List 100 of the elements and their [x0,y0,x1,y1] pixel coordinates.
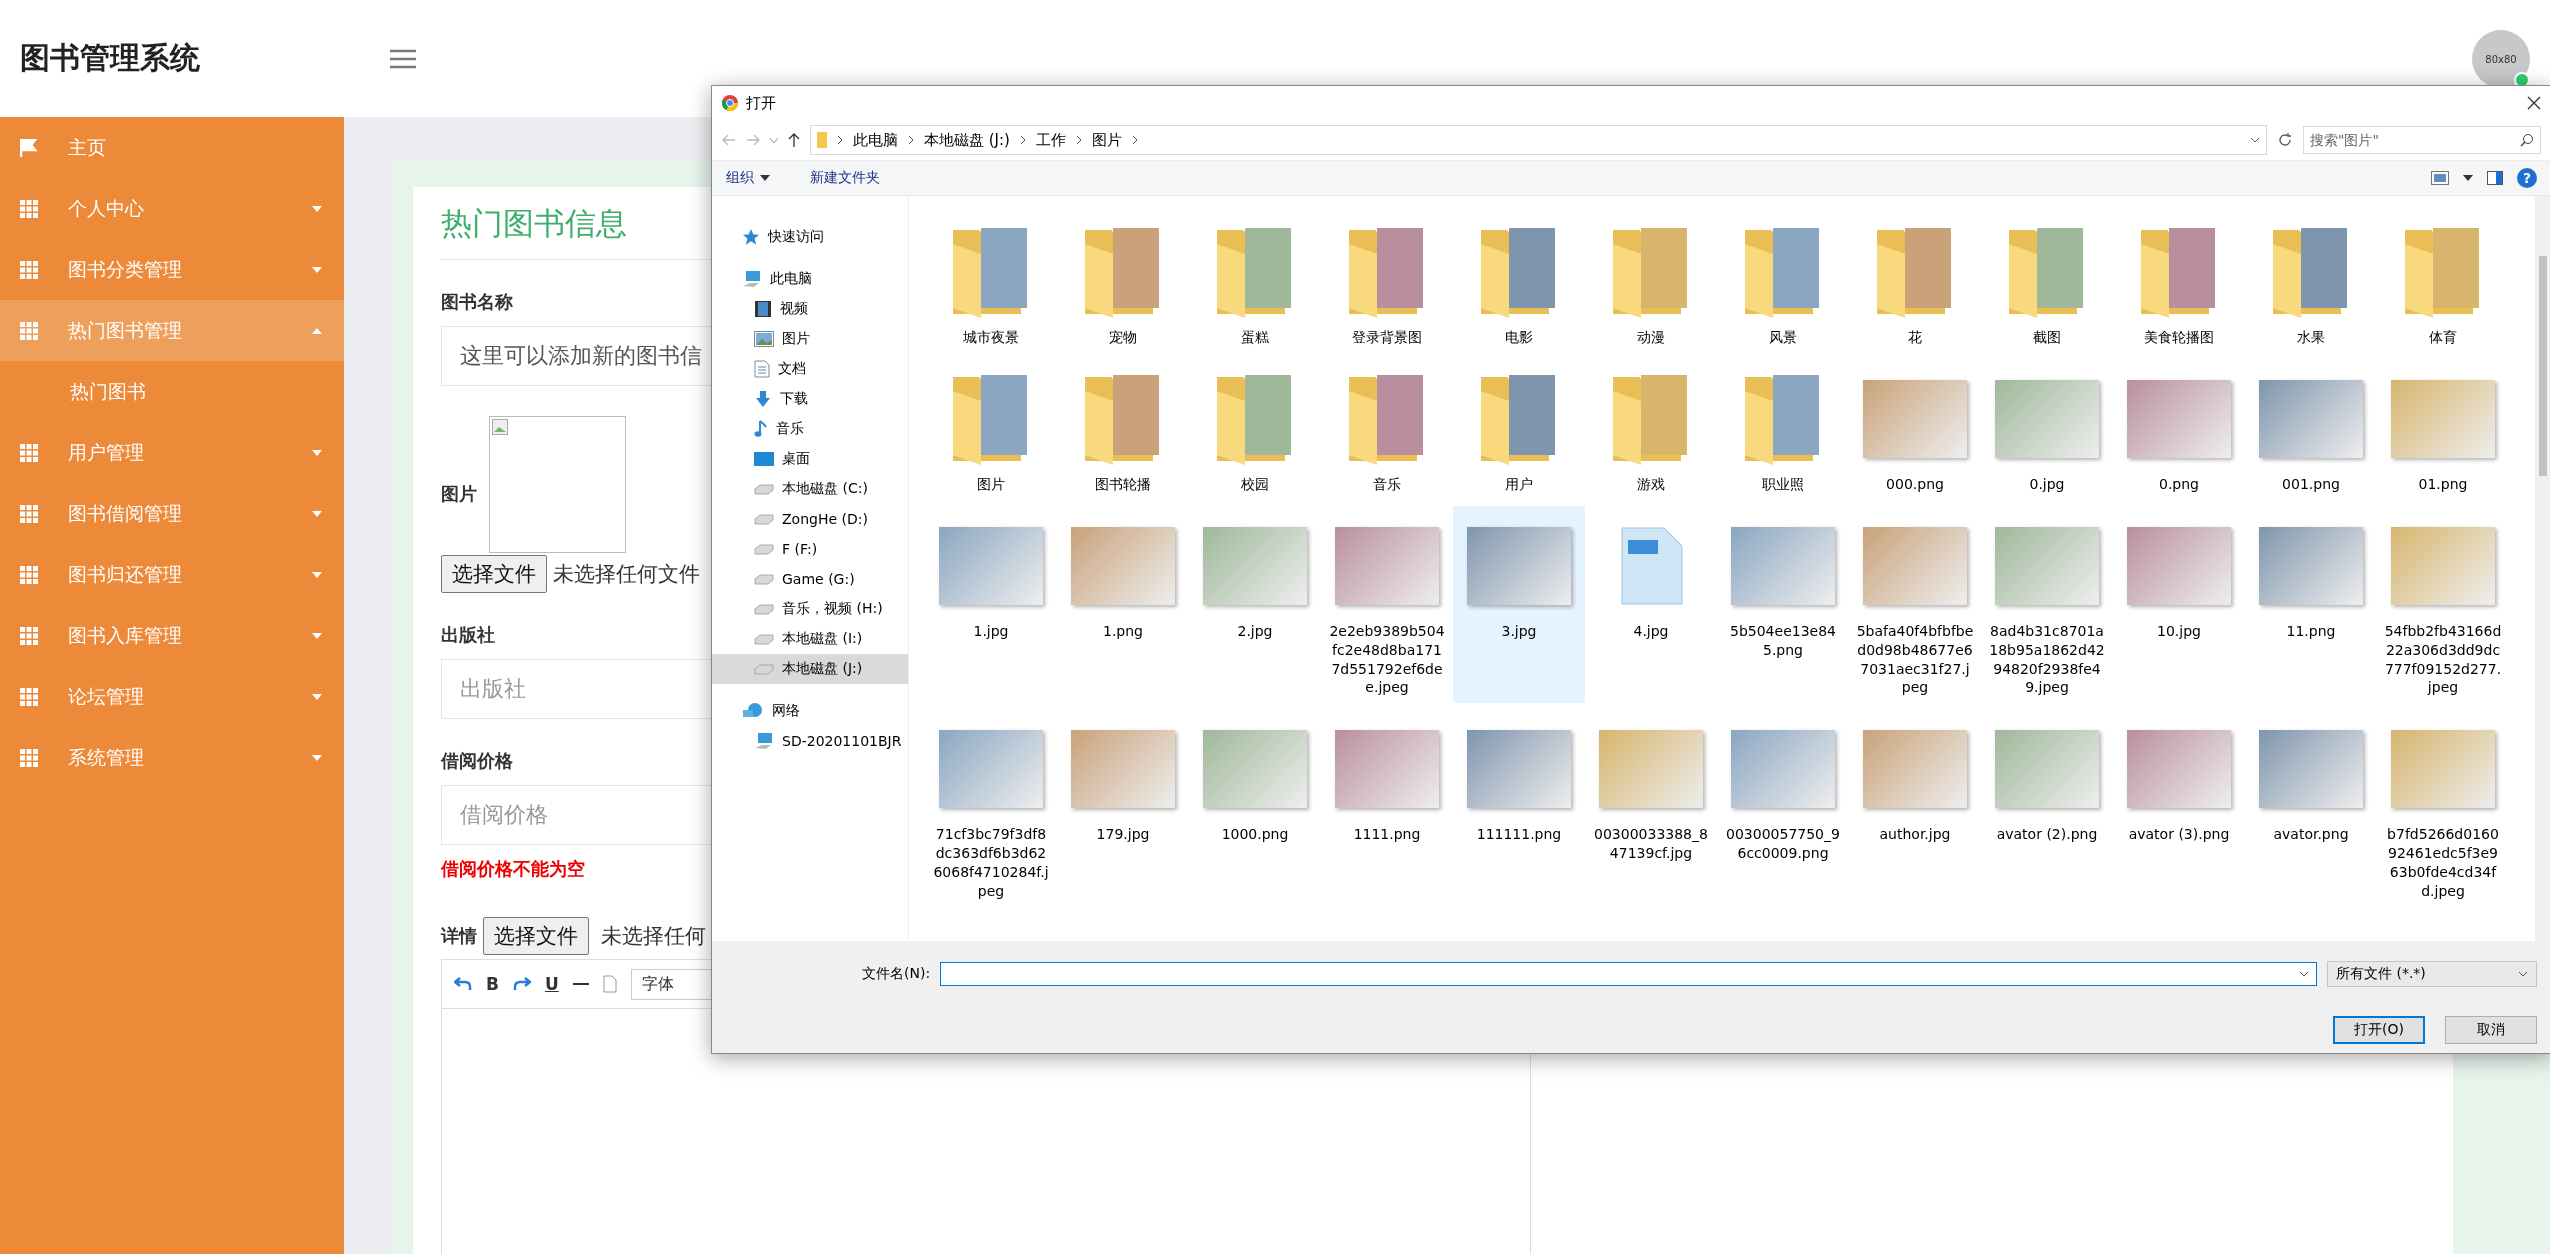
caret-icon [312,205,322,212]
nav-item[interactable]: 音乐，视频 (H:) [712,594,908,624]
chevron-down-icon [2518,970,2528,977]
file-item[interactable]: 体育 [2377,212,2509,353]
search-field[interactable]: 搜索"图片" [2303,126,2541,154]
file-item[interactable]: avator (2).png [1981,709,2113,907]
file-item[interactable]: 00300033388_847139cf.jpg [1585,709,1717,907]
nav-item[interactable]: 本地磁盘 (J:) [712,654,908,684]
field-label: 详情 [441,924,477,948]
file-item[interactable]: 0.jpg [1981,358,2113,500]
drive-icon [754,543,774,555]
horizontal-rule-icon[interactable] [572,982,589,986]
bold-button[interactable]: B [486,974,499,994]
file-item[interactable]: 1111.png [1321,709,1453,907]
refresh-icon[interactable] [2277,132,2293,148]
undo-icon[interactable] [454,976,472,992]
file-name: 11.png [2285,621,2337,641]
file-item[interactable]: 图片 [925,358,1057,500]
file-item[interactable]: 11.png [2245,505,2377,704]
file-item[interactable]: 图书轮播 [1057,358,1189,500]
nav-item[interactable]: 网络 [712,696,908,726]
file-item[interactable]: 10.jpg [2113,505,2245,704]
file-name: 2e2eb9389b504fc2e48d8ba1717d551792ef6dee.jpeg [1328,621,1446,698]
file-item[interactable]: 0.png [2113,358,2245,500]
filename-field[interactable] [940,961,2317,986]
file-item[interactable]: 2e2eb9389b504fc2e48d8ba1717d551792ef6dee.jpeg [1321,505,1453,704]
nav-item[interactable]: 此电脑 [712,264,908,294]
address-bar[interactable]: 此电脑 本地磁盘 (J:) 工作 图片 [810,125,2267,155]
file-item[interactable]: 001.png [2245,358,2377,500]
file-item[interactable]: 音乐 [1321,358,1453,500]
file-item[interactable]: 截图 [1981,212,2113,353]
file-item[interactable]: 5bafa40f4bfbfbed0d98b48677e67031aec31f27.jpeg [1849,505,1981,704]
file-item[interactable]: 风景 [1717,212,1849,353]
up-arrow-icon[interactable] [788,133,800,147]
chevron-right-icon [1019,135,1026,145]
nav-item[interactable]: 视频 [712,294,908,324]
file-item[interactable]: 1.png [1057,505,1189,704]
file-item[interactable]: 3.jpg [1453,505,1585,704]
file-item[interactable]: 花 [1849,212,1981,353]
breadcrumb-item[interactable]: 本地磁盘 (J:) [924,130,1010,150]
breadcrumb-item[interactable]: 工作 [1035,130,1066,150]
file-item[interactable]: 职业照 [1717,358,1849,500]
file-item[interactable]: 01.png [2377,358,2509,500]
close-icon[interactable] [2527,96,2541,110]
file-item[interactable]: 5b504ee13e845.png [1717,505,1849,704]
file-name: 电影 [1504,328,1534,347]
nav-item[interactable]: Game (G:) [712,564,908,594]
nav-item[interactable]: 音乐 [712,414,908,444]
file-item[interactable]: 111111.png [1453,709,1585,907]
underline-button[interactable]: U [544,974,559,994]
nav-item[interactable]: SD-20201101BJR [712,726,908,756]
file-item[interactable]: b7fd5266d016092461edc5f3e963b0fde4cd34fd.jpeg [2377,709,2509,907]
nav-item[interactable]: 本地磁盘 (C:) [712,474,908,504]
file-item[interactable]: 用户 [1453,358,1585,500]
choose-file-button[interactable]: 选择文件 [441,555,547,593]
organize-menu[interactable]: 组织 [726,169,770,187]
help-button[interactable]: ? [2517,168,2537,188]
drive-icon [754,573,774,585]
nav-item[interactable]: 快速访问 [712,222,908,252]
file-item[interactable]: 00300057750_96cc0009.png [1717,709,1849,907]
breadcrumb-item[interactable]: 图片 [1091,130,1122,150]
nav-item[interactable]: 桌面 [712,444,908,474]
nav-item[interactable]: ZongHe (D:) [712,504,908,534]
file-item[interactable]: avator.png [2245,709,2377,907]
nav-item[interactable]: 图片 [712,324,908,354]
file-item[interactable]: 54fbb2fb43166d22a306d3dd9dc777f09152d277.jpeg [2377,505,2509,704]
file-item[interactable]: 动漫 [1585,212,1717,353]
file-item[interactable]: 71cf3bc79f3df8dc363df6b3d626068f4710284f.jpeg [925,709,1057,907]
file-item[interactable]: 4.jpg [1585,505,1717,704]
file-item[interactable]: avator (3).png [2113,709,2245,907]
field-label: 文件名(N): [861,964,931,983]
breadcrumb-item[interactable]: 此电脑 [853,130,898,150]
choose-file-button[interactable]: 选择文件 [483,917,589,955]
file-item[interactable]: 2.jpg [1189,505,1321,704]
preview-pane-icon[interactable] [2487,171,2503,185]
file-item[interactable]: 179.jpg [1057,709,1189,907]
chevron-down-icon[interactable] [2250,137,2260,143]
cancel-button[interactable]: 取消 [2445,1015,2537,1044]
file-name: 4.jpg [1632,621,1670,641]
file-item[interactable]: 8ad4b31c8701a18b95a1862d4294820f2938fe49.jpeg [1981,505,2113,704]
file-item[interactable]: 水果 [2245,212,2377,353]
file-item[interactable]: author.jpg [1849,709,1981,907]
file-item[interactable]: 1.jpg [925,505,1057,704]
file-item[interactable]: 校园 [1189,358,1321,500]
file-item[interactable]: 美食轮播图 [2113,212,2245,353]
file-item[interactable]: 1000.png [1189,709,1321,907]
file-item[interactable]: 游戏 [1585,358,1717,500]
nav-item[interactable]: 下载 [712,384,908,414]
file-type-select[interactable]: 所有文件 (*.*) [2327,960,2537,987]
new-folder-button[interactable]: 新建文件夹 [810,169,880,187]
nav-item[interactable]: 本地磁盘 (I:) [712,624,908,654]
view-icon[interactable] [2431,171,2449,185]
menu-icon[interactable] [390,48,416,69]
nav-item[interactable]: 文档 [712,354,908,384]
redo-icon[interactable] [512,976,531,992]
scrollbar[interactable] [2535,196,2550,941]
file-item[interactable]: 000.png [1849,358,1981,500]
nav-item[interactable]: F (F:) [712,534,908,564]
file-name: 179.jpg [1095,825,1151,845]
open-button[interactable]: 打开(O) [2333,1015,2425,1044]
